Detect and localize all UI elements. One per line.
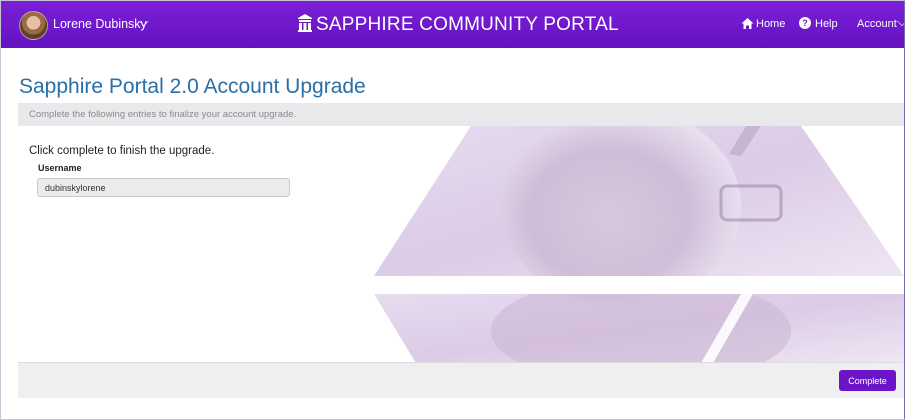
nav-help-link[interactable]: Help: [815, 18, 838, 30]
username-label: Username: [38, 163, 82, 173]
portal-title: SAPPHIRE COMMUNITY PORTAL: [316, 14, 619, 35]
instructions-bar: Complete the following entries to finali…: [18, 103, 904, 126]
avatar[interactable]: [19, 11, 48, 40]
background-photo: [374, 126, 904, 363]
user-menu[interactable]: Lorene Dubinsky: [53, 17, 147, 31]
building-icon: [298, 14, 312, 32]
nav-home-link[interactable]: Home: [756, 18, 785, 30]
nav-account-menu[interactable]: Account: [857, 18, 897, 30]
app-window: Lorene Dubinsky ⌵ SAPPHIRE COMMUNITY POR…: [0, 0, 905, 420]
home-icon[interactable]: [741, 17, 754, 30]
help-icon[interactable]: ?: [799, 17, 811, 29]
completion-message: Click complete to finish the upgrade.: [29, 145, 215, 157]
footer-bar: Complete: [18, 362, 904, 398]
username-field[interactable]: [37, 178, 290, 197]
chevron-down-icon[interactable]: ⌵: [897, 14, 904, 30]
instructions-text: Complete the following entries to finali…: [29, 109, 297, 120]
top-navigation-bar: Lorene Dubinsky ⌵ SAPPHIRE COMMUNITY POR…: [1, 1, 904, 48]
page-title: Sapphire Portal 2.0 Account Upgrade: [19, 75, 366, 98]
complete-button[interactable]: Complete: [839, 370, 896, 391]
chevron-down-icon[interactable]: ⌵: [139, 14, 149, 30]
